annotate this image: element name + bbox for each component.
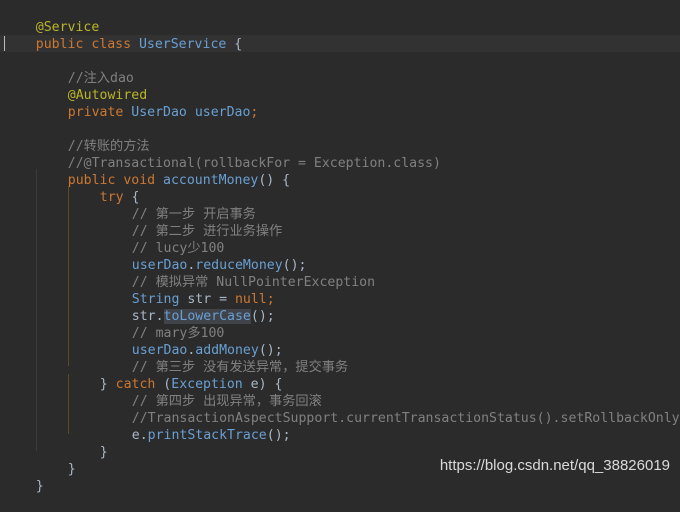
indent-guide bbox=[36, 169, 37, 451]
code-line-27[interactable]: } bbox=[36, 444, 76, 477]
semicolon-token: ; bbox=[250, 105, 259, 120]
brace-token: { bbox=[226, 37, 243, 52]
code-line-18[interactable]: str.toLowerCase(); bbox=[100, 291, 275, 324]
code-line-13[interactable]: // 第二步 进行业务操作 bbox=[100, 206, 282, 239]
watermark-url: https://blog.csdn.net/qq_38826019 bbox=[439, 457, 670, 474]
code-line-15[interactable]: userDao.reduceMoney(); bbox=[100, 240, 307, 273]
code-line-9[interactable]: //@Transactional(rollbackFor = Exception… bbox=[36, 138, 441, 171]
field-token: userDao bbox=[186, 105, 251, 120]
punct-token: (); bbox=[250, 309, 275, 324]
code-line-26[interactable]: } bbox=[68, 427, 108, 460]
variable-token: e. bbox=[131, 428, 148, 443]
code-line-20[interactable]: userDao.addMoney(); bbox=[100, 325, 283, 358]
code-line-6[interactable]: private UserDao userDao; bbox=[36, 87, 259, 120]
code-line-23[interactable]: // 第四步 出现异常，事务回滚 bbox=[100, 376, 322, 409]
code-line-21[interactable]: // 第三步 没有发送异常，提交事务 bbox=[100, 342, 348, 375]
code-line-11[interactable]: try { bbox=[68, 172, 140, 205]
code-line-25[interactable]: e.printStackTrace(); bbox=[100, 410, 291, 443]
code-line-17[interactable]: String str = null; bbox=[100, 274, 275, 307]
code-line-12[interactable]: // 第一步 开启事务 bbox=[100, 189, 256, 222]
punct-token: (); bbox=[266, 428, 291, 443]
class-name-token: UserService bbox=[138, 37, 227, 52]
code-line-1[interactable]: @Service bbox=[4, 2, 100, 35]
code-line-19[interactable]: // mary多100 bbox=[100, 308, 225, 341]
code-line-28[interactable]: } bbox=[4, 461, 44, 494]
code-editor[interactable]: @Service public class UserService { //注入… bbox=[0, 0, 680, 494]
code-line-8[interactable]: //转账的方法 bbox=[36, 121, 150, 154]
code-line-14[interactable]: // lucy少100 bbox=[100, 223, 225, 256]
code-line-4[interactable]: //注入dao bbox=[36, 53, 134, 86]
keyword-token: public class bbox=[35, 37, 139, 52]
code-line-2[interactable]: public class UserService { bbox=[4, 19, 242, 52]
keyword-token: private bbox=[67, 105, 132, 120]
brace-token: } bbox=[99, 445, 108, 460]
punct-token: () { bbox=[258, 173, 291, 188]
code-line-10[interactable]: public void accountMoney() { bbox=[36, 155, 290, 188]
type-token: UserDao bbox=[131, 105, 187, 120]
code-line-22[interactable]: } catch (Exception e) { bbox=[68, 359, 283, 392]
code-line-5[interactable]: @Autowired bbox=[36, 70, 147, 103]
code-line-16[interactable]: // 模拟异常 NullPointerException bbox=[100, 257, 375, 290]
code-line-24[interactable]: //TransactionAspectSupport.currentTransa… bbox=[100, 393, 680, 426]
method-call-token: printStackTrace bbox=[147, 428, 267, 443]
method-name-token: accountMoney bbox=[163, 173, 259, 188]
brace-token: } bbox=[35, 479, 44, 494]
brace-token: } bbox=[67, 462, 76, 477]
